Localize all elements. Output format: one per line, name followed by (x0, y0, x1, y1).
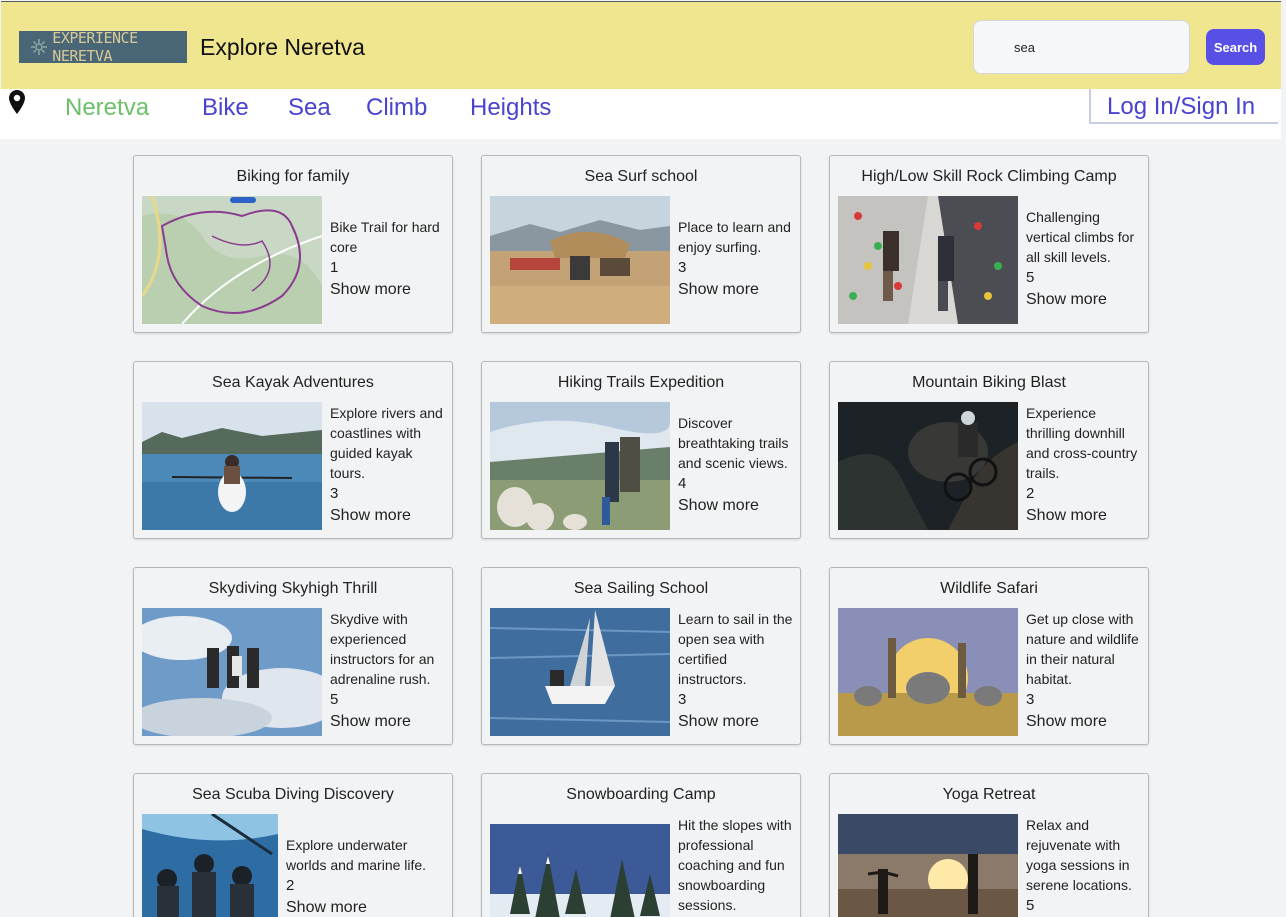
card-title: Hiking Trails Expedition (557, 374, 725, 391)
card-body: Explore rivers and coastlines with guide… (330, 403, 448, 526)
skydivers-image (142, 608, 322, 736)
beach-camp-image (490, 196, 670, 324)
mountain-biker-image (838, 402, 1018, 530)
card-rating: 4 (678, 475, 687, 492)
logo-text: EXPERIENCE NERETVA (52, 29, 138, 65)
show-more-link[interactable]: Show more (1026, 506, 1144, 526)
card-body: Place to learn and enjoy surfing. 3 Show… (678, 217, 796, 300)
card-description: Explore underwater worlds and marine lif… (286, 837, 427, 873)
sailboat-image (490, 608, 670, 736)
nav-item-climb[interactable]: Climb (366, 94, 427, 122)
card-title: Wildlife Safari (940, 580, 1038, 597)
card-body: Hit the slopes with professional coachin… (678, 815, 796, 917)
card-body: Get up close with nature and wildlife in… (1026, 609, 1144, 732)
card-description: Skydive with experienced instructors for… (330, 611, 435, 687)
card-rating: 2 (1026, 485, 1035, 502)
activity-card[interactable]: Sea Kayak Adventures Explore rivers and … (133, 361, 453, 539)
show-more-link[interactable]: Show more (330, 506, 448, 526)
show-more-link[interactable]: Show more (286, 898, 436, 917)
card-body: Challenging vertical climbs for all skil… (1026, 207, 1144, 310)
card-body: Learn to sail in the open sea with certi… (678, 609, 796, 732)
card-rating: 3 (678, 691, 687, 708)
yoga-sunset-image (838, 814, 1018, 917)
show-more-link[interactable]: Show more (330, 712, 448, 732)
trail-map-image (142, 196, 322, 324)
activity-card[interactable]: Sea Surf school Place to learn and enjoy… (481, 155, 801, 333)
activity-card[interactable]: Sea Scuba Diving Discovery Explore under… (133, 773, 453, 917)
card-description: Explore rivers and coastlines with guide… (330, 405, 443, 481)
location-pin-icon (7, 89, 27, 115)
card-description: Bike Trail for hard core (330, 219, 440, 255)
site-logo[interactable]: EXPERIENCE NERETVA (19, 29, 187, 65)
card-description: Get up close with nature and wildlife in… (1026, 611, 1139, 687)
search-button[interactable]: Search (1206, 29, 1265, 65)
nav-item-heights[interactable]: Heights (470, 94, 551, 122)
card-title: Yoga Retreat (942, 786, 1036, 803)
snowy-forest-image (490, 824, 670, 917)
login-signin-link[interactable]: Log In/Sign In (1089, 89, 1278, 124)
activity-card[interactable]: Wildlife Safari Get up close with nature… (829, 567, 1149, 745)
activity-card[interactable]: Hiking Trails Expedition Discover breath… (481, 361, 801, 539)
card-description: Discover breathtaking trails and scenic … (678, 415, 789, 471)
top-header: EXPERIENCE NERETVA Explore Neretva Searc… (1, 1, 1281, 89)
climbing-wall-image (838, 196, 1018, 324)
activity-card[interactable]: Yoga Retreat Relax and rejuvenate with y… (829, 773, 1149, 917)
show-more-link[interactable]: Show more (330, 280, 448, 300)
kayak-lake-image (142, 402, 322, 530)
activity-card[interactable]: Mountain Biking Blast Experience thrilli… (829, 361, 1149, 539)
search-input[interactable] (973, 20, 1190, 74)
card-rating: 1 (330, 259, 339, 276)
activity-card[interactable]: Sea Sailing School Learn to sail in the … (481, 567, 801, 745)
nav-item-bike[interactable]: Bike (202, 94, 249, 122)
card-title: Skydiving Skyhigh Thrill (208, 580, 378, 597)
card-body: Discover breathtaking trails and scenic … (678, 413, 796, 516)
card-title: Mountain Biking Blast (912, 374, 1066, 391)
card-rating: 5 (1026, 269, 1035, 286)
card-title: Snowboarding Camp (566, 786, 716, 803)
card-description: Relax and rejuvenate with yoga sessions … (1026, 817, 1132, 893)
card-description: Place to learn and enjoy surfing. (678, 219, 791, 255)
card-rating: 3 (1026, 691, 1035, 708)
card-rating: 3 (330, 485, 339, 502)
card-body: Bike Trail for hard core 1 Show more (330, 217, 448, 300)
nav-item-sea[interactable]: Sea (288, 94, 331, 122)
safari-animals-image (838, 608, 1018, 736)
activity-card[interactable]: High/Low Skill Rock Climbing Camp Challe… (829, 155, 1149, 333)
card-rating: 2 (286, 877, 295, 894)
card-rating: 5 (330, 691, 339, 708)
show-more-link[interactable]: Show more (1026, 712, 1144, 732)
card-description: Experience thrilling downhill and cross-… (1026, 405, 1138, 481)
card-body: Experience thrilling downhill and cross-… (1026, 403, 1144, 526)
show-more-link[interactable]: Show more (678, 280, 796, 300)
activity-card[interactable]: Skydiving Skyhigh Thrill Skydive with ex… (133, 567, 453, 745)
card-body: Relax and rejuvenate with yoga sessions … (1026, 815, 1144, 917)
card-title: High/Low Skill Rock Climbing Camp (861, 168, 1117, 185)
show-more-link[interactable]: Show more (678, 496, 796, 516)
card-description: Hit the slopes with professional coachin… (678, 817, 792, 913)
card-description: Challenging vertical climbs for all skil… (1026, 209, 1135, 265)
card-description: Learn to sail in the open sea with certi… (678, 611, 793, 687)
logo-emblem-icon (29, 36, 48, 58)
main-nav: Neretva Bike Sea Climb Heights Log In/Si… (0, 89, 1281, 139)
show-more-link[interactable]: Show more (678, 712, 796, 732)
card-title: Biking for family (236, 168, 350, 185)
hikers-image (490, 402, 670, 530)
site-title: Explore Neretva (200, 34, 365, 60)
card-title: Sea Kayak Adventures (212, 374, 374, 391)
card-title: Sea Surf school (584, 168, 698, 185)
card-body: Skydive with experienced instructors for… (330, 609, 448, 732)
nav-item-neretva[interactable]: Neretva (65, 94, 149, 122)
card-title: Sea Sailing School (573, 580, 709, 597)
activity-card[interactable]: Snowboarding Camp Hit the slopes with pr… (481, 773, 801, 917)
scuba-divers-image (142, 814, 278, 917)
show-more-link[interactable]: Show more (1026, 290, 1144, 310)
card-rating: 5 (1026, 897, 1035, 914)
card-title: Sea Scuba Diving Discovery (192, 786, 394, 803)
activity-card[interactable]: Biking for family Bike Trail for hard co… (133, 155, 453, 333)
card-rating: 3 (678, 259, 687, 276)
card-body: Explore underwater worlds and marine lif… (286, 835, 436, 917)
